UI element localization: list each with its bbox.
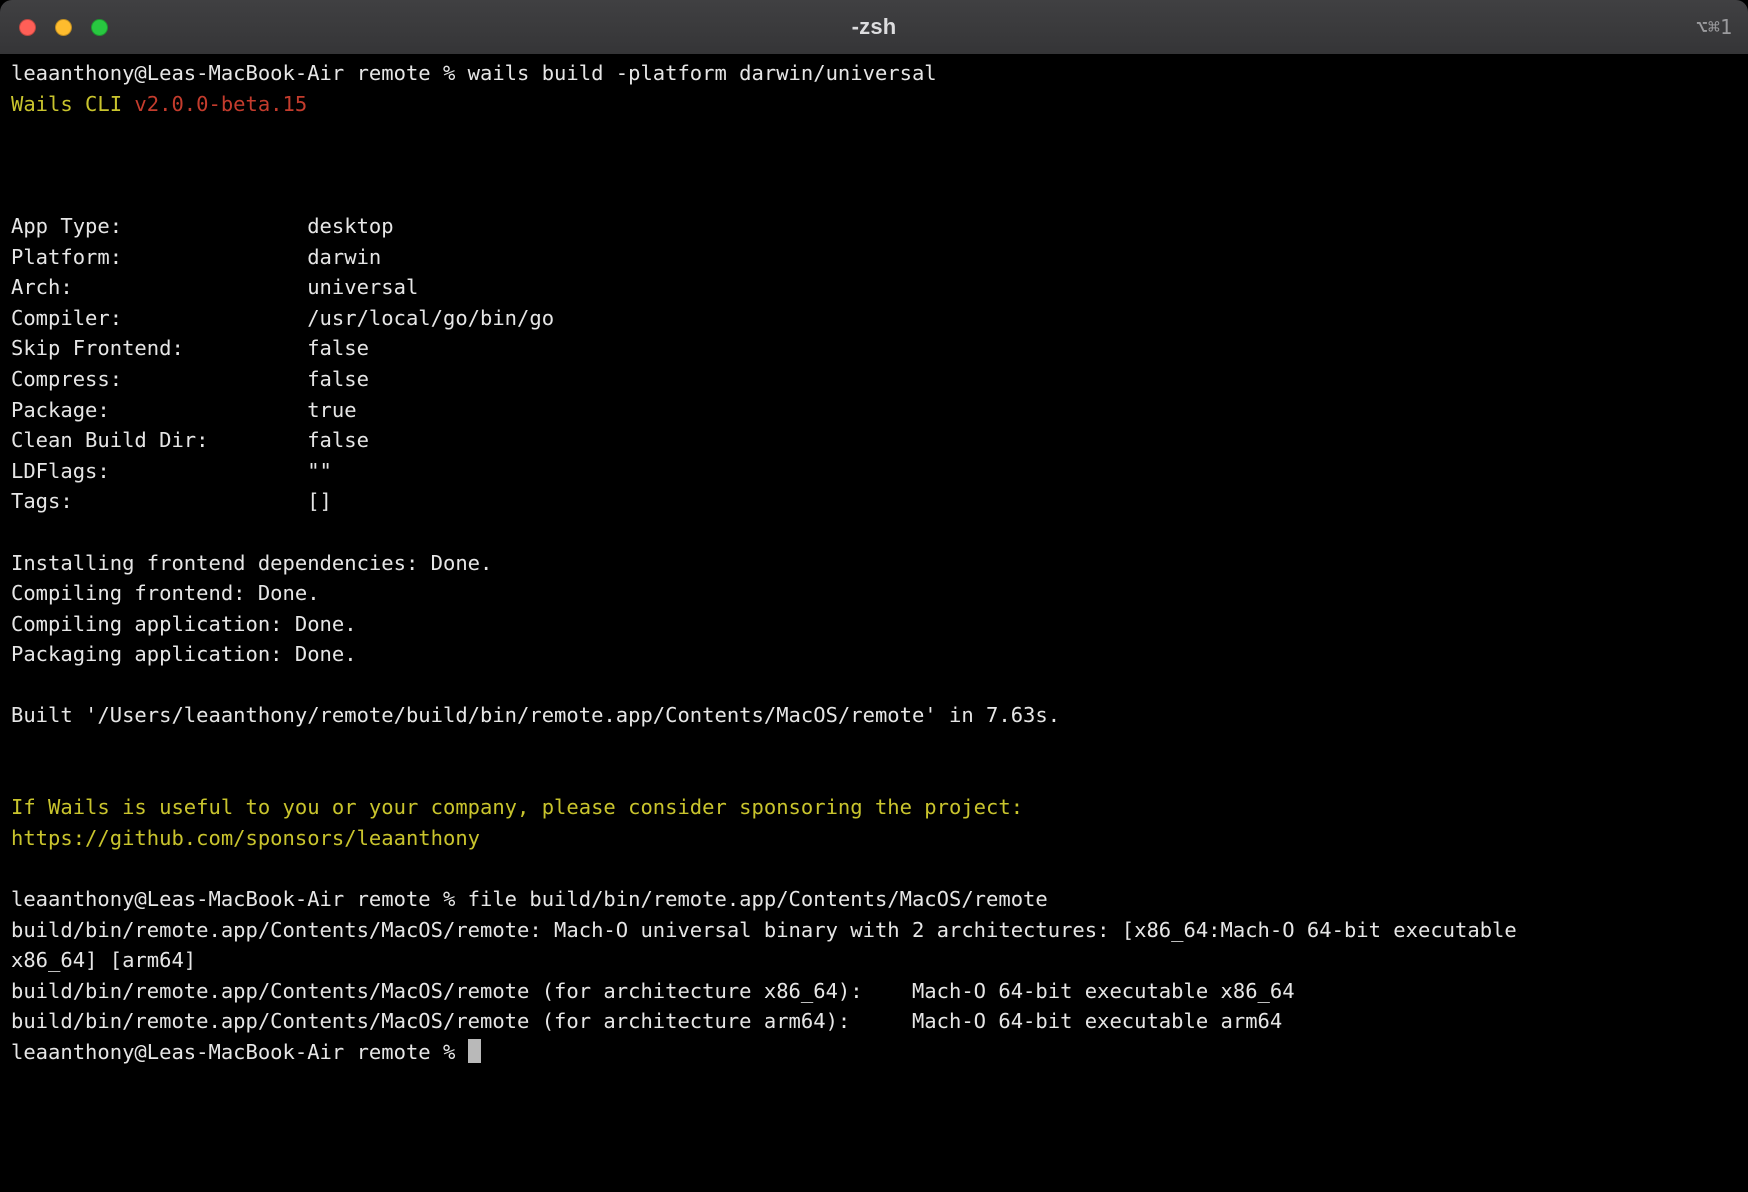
terminal-line: [11, 150, 1738, 181]
terminal-text: leaanthony@Leas-MacBook-Air remote % wai…: [11, 61, 937, 85]
terminal-line: LDFlags: "": [11, 456, 1738, 487]
terminal-line: Compiler: /usr/local/go/bin/go: [11, 303, 1738, 334]
terminal-line: leaanthony@Leas-MacBook-Air remote % fil…: [11, 884, 1738, 915]
terminal-line: [11, 670, 1738, 701]
terminal-text: Wails CLI: [11, 92, 134, 116]
terminal-text: https://github.com/sponsors/leaanthony: [11, 826, 480, 850]
terminal-cursor: [468, 1039, 481, 1063]
terminal-line: [11, 517, 1738, 548]
terminal-line: Package: true: [11, 395, 1738, 426]
terminal-text: If Wails is useful to you or your compan…: [11, 795, 1023, 819]
terminal-text: Compiler: /usr/local/go/bin/go: [11, 306, 554, 330]
terminal-text: Clean Build Dir: false: [11, 428, 369, 452]
minimize-button[interactable]: [55, 19, 72, 36]
terminal-window: -zsh ⌥⌘1 leaanthony@Leas-MacBook-Air rem…: [0, 0, 1748, 1192]
terminal-line: x86_64] [arm64]: [11, 945, 1738, 976]
terminal-line: Built '/Users/leaanthony/remote/build/bi…: [11, 700, 1738, 731]
window-shortcut-badge: ⌥⌘1: [1696, 0, 1732, 54]
terminal-line: build/bin/remote.app/Contents/MacOS/remo…: [11, 1006, 1738, 1037]
terminal-line: [11, 762, 1738, 793]
terminal-line: build/bin/remote.app/Contents/MacOS/remo…: [11, 915, 1738, 946]
terminal-line: Compiling application: Done.: [11, 609, 1738, 640]
terminal-line: Installing frontend dependencies: Done.: [11, 548, 1738, 579]
terminal-line: Compress: false: [11, 364, 1738, 395]
terminal-text: x86_64] [arm64]: [11, 948, 196, 972]
terminal-line: Tags: []: [11, 486, 1738, 517]
window-title: -zsh: [852, 14, 897, 40]
traffic-lights: [19, 0, 108, 54]
close-button[interactable]: [19, 19, 36, 36]
terminal-text: Installing frontend dependencies: Done.: [11, 551, 492, 575]
terminal-line: https://github.com/sponsors/leaanthony: [11, 823, 1738, 854]
terminal-text: Tags: []: [11, 489, 332, 513]
terminal-line: [11, 731, 1738, 762]
zoom-button[interactable]: [91, 19, 108, 36]
terminal-text: Built '/Users/leaanthony/remote/build/bi…: [11, 703, 1060, 727]
terminal-line: build/bin/remote.app/Contents/MacOS/remo…: [11, 976, 1738, 1007]
terminal-output[interactable]: leaanthony@Leas-MacBook-Air remote % wai…: [0, 55, 1748, 1192]
terminal-line: Wails CLI v2.0.0-beta.15: [11, 89, 1738, 120]
terminal-text: LDFlags: "": [11, 459, 332, 483]
terminal-text: leaanthony@Leas-MacBook-Air remote % fil…: [11, 887, 1048, 911]
terminal-text: Compiling frontend: Done.: [11, 581, 320, 605]
terminal-line: [11, 119, 1738, 150]
terminal-text: build/bin/remote.app/Contents/MacOS/remo…: [11, 918, 1517, 942]
terminal-line: If Wails is useful to you or your compan…: [11, 792, 1738, 823]
terminal-text: App Type: desktop: [11, 214, 394, 238]
terminal-text: v2.0.0-beta.15: [134, 92, 307, 116]
terminal-line: leaanthony@Leas-MacBook-Air remote %: [11, 1037, 1738, 1068]
title-bar[interactable]: -zsh ⌥⌘1: [0, 0, 1748, 55]
terminal-line: Packaging application: Done.: [11, 639, 1738, 670]
terminal-line: Arch: universal: [11, 272, 1738, 303]
terminal-text: Package: true: [11, 398, 357, 422]
terminal-line: [11, 853, 1738, 884]
terminal-line: Platform: darwin: [11, 242, 1738, 273]
terminal-text: build/bin/remote.app/Contents/MacOS/remo…: [11, 979, 1295, 1003]
terminal-line: App Type: desktop: [11, 211, 1738, 242]
terminal-text: leaanthony@Leas-MacBook-Air remote %: [11, 1040, 468, 1064]
terminal-text: Arch: universal: [11, 275, 418, 299]
terminal-line: [11, 180, 1738, 211]
terminal-line: Skip Frontend: false: [11, 333, 1738, 364]
terminal-text: Compiling application: Done.: [11, 612, 357, 636]
terminal-text: Packaging application: Done.: [11, 642, 357, 666]
terminal-line: Clean Build Dir: false: [11, 425, 1738, 456]
terminal-text: Skip Frontend: false: [11, 336, 369, 360]
terminal-text: Platform: darwin: [11, 245, 381, 269]
terminal-line: leaanthony@Leas-MacBook-Air remote % wai…: [11, 58, 1738, 89]
terminal-line: Compiling frontend: Done.: [11, 578, 1738, 609]
terminal-text: build/bin/remote.app/Contents/MacOS/remo…: [11, 1009, 1282, 1033]
terminal-text: Compress: false: [11, 367, 369, 391]
